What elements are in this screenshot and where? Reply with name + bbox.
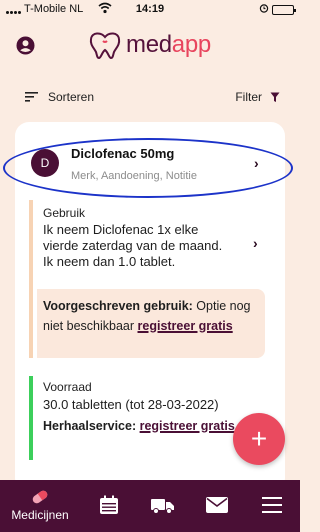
usage-section[interactable]: Gebruik Ik neem Diclofenac 1x elke vierd… <box>29 200 265 358</box>
app-header: medapp <box>0 22 300 68</box>
filter-button[interactable]: Filter <box>235 90 280 104</box>
prescribed-usage-box: Voorgeschreven gebruik: Optie nog niet b… <box>37 289 265 358</box>
stock-section: Voorraad 30.0 tabletten (tot 28-03-2022)… <box>29 376 261 460</box>
truck-icon <box>151 499 174 514</box>
prescribed-label: Voorgeschreven gebruik: <box>43 299 193 313</box>
usage-text: Ik neem Diclofenac 1x elke vierde zaterd… <box>43 222 223 269</box>
envelope-icon <box>206 497 228 513</box>
filter-label: Filter <box>235 90 262 104</box>
stock-label: Voorraad <box>43 380 92 394</box>
nav-item-medicines[interactable]: Medicijnen <box>11 480 69 532</box>
sort-filter-bar: Sorteren Filter <box>0 86 300 110</box>
battery-icon <box>272 4 296 15</box>
chevron-right-icon: › <box>254 155 259 171</box>
bottom-navigation: Medicijnen <box>0 480 300 532</box>
nav-label-medicines: Medicijnen <box>11 508 69 522</box>
alarm-icon <box>259 3 269 16</box>
prescribed-register-link[interactable]: registreer gratis <box>138 319 233 333</box>
tooth-logo-icon <box>89 32 121 60</box>
medication-subtitle: Merk, Aandoening, Notitie <box>71 170 197 182</box>
app-logo: medapp <box>88 30 211 60</box>
sort-button[interactable]: Sorteren <box>25 90 94 104</box>
avatar: D <box>31 149 59 177</box>
stock-text: 30.0 tabletten (tot 28-03-2022) <box>43 397 219 412</box>
clock: 14:19 <box>135 3 165 15</box>
nav-item-messages[interactable] <box>192 480 242 532</box>
calendar-icon <box>100 495 118 514</box>
refill-label: Herhaalservice: <box>43 419 137 433</box>
medication-header[interactable]: D Diclofenac 50mg Merk, Aandoening, Noti… <box>15 122 285 188</box>
usage-label: Gebruik <box>43 206 86 220</box>
account-icon[interactable] <box>16 36 35 55</box>
pill-icon <box>32 490 48 504</box>
nav-item-calendar[interactable] <box>84 480 134 532</box>
nav-item-delivery[interactable] <box>138 480 188 532</box>
nav-item-menu[interactable] <box>247 480 297 532</box>
chevron-right-icon: › <box>253 235 258 251</box>
sort-icon <box>25 92 38 102</box>
refill-service: Herhaalservice: registreer gratis <box>43 416 253 436</box>
sort-label: Sorteren <box>48 90 95 104</box>
hamburger-menu-icon <box>262 497 282 513</box>
logo-text: medapp <box>126 31 211 58</box>
add-medication-button[interactable]: + <box>233 413 285 465</box>
refill-register-link[interactable]: registreer gratis <box>140 419 235 433</box>
medication-name: Diclofenac 50mg <box>71 146 175 161</box>
status-bar: T-Mobile NL 14:19 <box>0 0 300 20</box>
filter-icon <box>270 92 280 102</box>
